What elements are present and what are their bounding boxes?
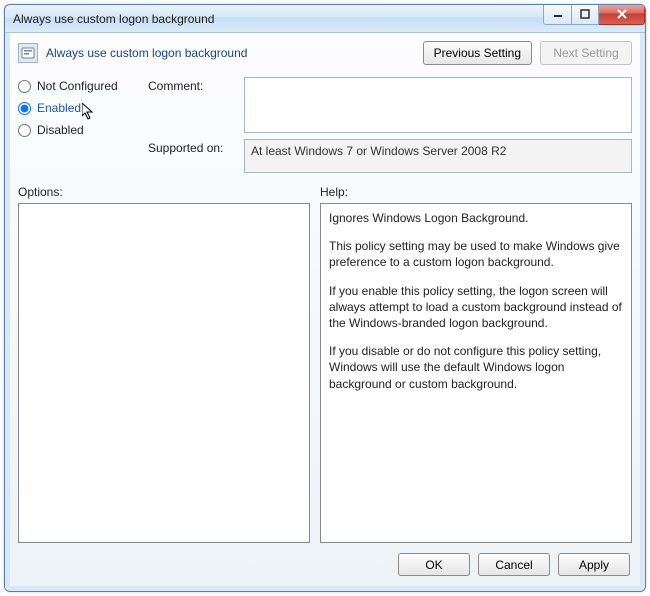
supported-value: At least Windows 7 or Windows Server 200… bbox=[244, 139, 632, 173]
policy-editor-window: Always use custom logon background Alway… bbox=[4, 4, 646, 592]
maximize-icon bbox=[580, 9, 590, 19]
supported-row: Supported on: At least Windows 7 or Wind… bbox=[148, 139, 632, 173]
radio-disabled[interactable]: Disabled bbox=[18, 123, 136, 137]
apply-button[interactable]: Apply bbox=[558, 553, 630, 576]
client-area: Always use custom logon background Previ… bbox=[5, 33, 645, 591]
radio-enabled-input[interactable] bbox=[18, 102, 31, 115]
help-paragraph: Ignores Windows Logon Background. bbox=[329, 210, 623, 226]
policy-title: Always use custom logon background bbox=[46, 46, 415, 60]
dialog-footer: OK Cancel Apply bbox=[18, 543, 632, 578]
ok-button[interactable]: OK bbox=[398, 553, 470, 576]
next-setting-button: Next Setting bbox=[540, 41, 632, 65]
window-controls bbox=[543, 5, 645, 25]
radio-not-configured-input[interactable] bbox=[18, 80, 31, 93]
panels-row: Ignores Windows Logon Background. This p… bbox=[18, 203, 632, 543]
radio-not-configured-label: Not Configured bbox=[37, 79, 118, 93]
help-panel[interactable]: Ignores Windows Logon Background. This p… bbox=[320, 203, 632, 543]
cursor-icon bbox=[82, 103, 96, 121]
close-button[interactable] bbox=[599, 5, 645, 25]
policy-icon bbox=[18, 43, 38, 63]
radio-disabled-label: Disabled bbox=[37, 123, 84, 137]
options-heading: Options: bbox=[18, 185, 310, 199]
help-paragraph: If you disable or do not configure this … bbox=[329, 343, 623, 392]
minimize-button[interactable] bbox=[543, 5, 571, 25]
comment-input[interactable] bbox=[244, 77, 632, 133]
previous-setting-button[interactable]: Previous Setting bbox=[423, 41, 532, 65]
supported-label: Supported on: bbox=[148, 139, 234, 173]
help-paragraph: This policy setting may be used to make … bbox=[329, 238, 623, 270]
options-panel[interactable] bbox=[18, 203, 310, 543]
radio-not-configured[interactable]: Not Configured bbox=[18, 79, 136, 93]
panels-header: Options: Help: bbox=[18, 179, 632, 203]
radio-enabled-label: Enabled bbox=[37, 101, 81, 115]
help-paragraph: If you enable this policy setting, the l… bbox=[329, 283, 623, 332]
state-radio-group: Not Configured Enabled Disabled bbox=[18, 77, 136, 173]
radio-disabled-input[interactable] bbox=[18, 124, 31, 137]
close-icon bbox=[616, 9, 628, 19]
fields-column: Comment: Supported on: At least Windows … bbox=[148, 77, 632, 173]
comment-row: Comment: bbox=[148, 77, 632, 133]
help-heading: Help: bbox=[320, 185, 632, 199]
cancel-button[interactable]: Cancel bbox=[478, 553, 550, 576]
config-row: Not Configured Enabled Disabled Comment: bbox=[18, 73, 632, 179]
comment-label: Comment: bbox=[148, 77, 234, 133]
window-title: Always use custom logon background bbox=[13, 12, 543, 26]
minimize-icon bbox=[553, 9, 563, 19]
radio-enabled[interactable]: Enabled bbox=[18, 101, 136, 115]
maximize-button[interactable] bbox=[571, 5, 599, 25]
header-row: Always use custom logon background Previ… bbox=[18, 39, 632, 73]
titlebar[interactable]: Always use custom logon background bbox=[5, 5, 645, 33]
